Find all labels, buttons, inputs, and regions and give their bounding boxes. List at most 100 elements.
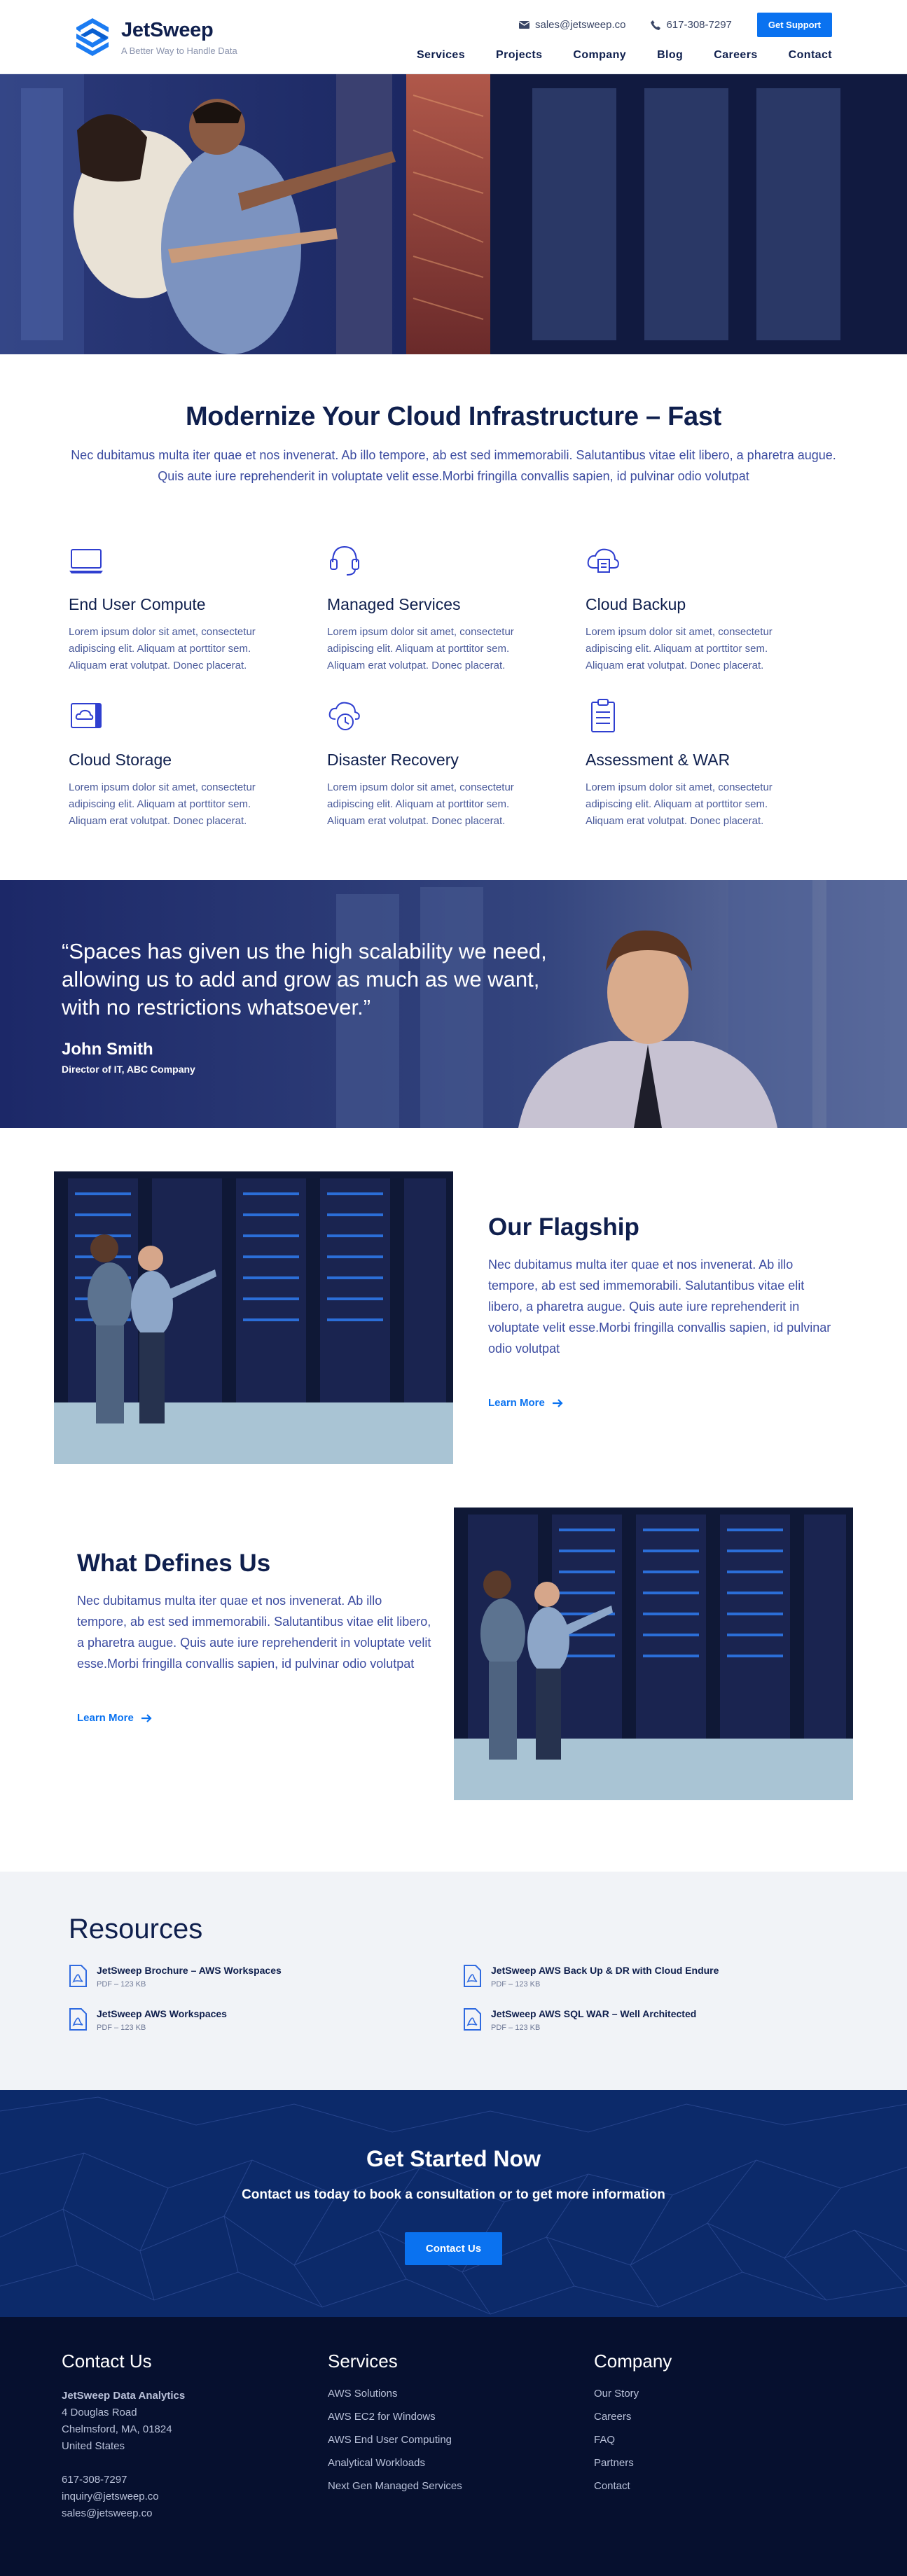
nav-company[interactable]: Company — [573, 49, 626, 62]
footer-address-line: United States — [62, 2440, 125, 2452]
nav-contact[interactable]: Contact — [789, 49, 832, 62]
service-title: Cloud Storage — [69, 751, 172, 769]
hero-image — [0, 74, 907, 354]
nav-services[interactable]: Services — [417, 49, 465, 62]
resource-item[interactable]: JetSweep Brochure – AWS Workspaces PDF – … — [69, 1965, 463, 1989]
testimonial-name: John Smith — [62, 1040, 153, 1059]
footer-link-aws-solutions[interactable]: AWS Solutions — [328, 2388, 594, 2400]
service-title: Managed Services — [327, 595, 461, 613]
footer-company-column: Company Our Story Careers FAQ Partners C… — [594, 2351, 860, 2576]
footer-contact-title: Contact Us — [62, 2351, 152, 2372]
learn-more-label: Learn More — [488, 1397, 545, 1409]
main-nav: Services Projects Company Blog Careers C… — [417, 49, 832, 62]
contact-us-button[interactable]: Contact Us — [404, 2232, 503, 2265]
learn-more-label: Learn More — [77, 1712, 134, 1724]
resource-meta: PDF – 123 KB — [97, 2024, 146, 2032]
footer-link-partners[interactable]: Partners — [594, 2457, 860, 2469]
defines-learn-more-link[interactable]: Learn More — [77, 1712, 152, 1724]
disaster-recovery-icon — [328, 702, 360, 730]
services-grid: End User Compute Lorem ipsum dolor sit a… — [0, 487, 907, 830]
pdf-icon — [464, 2008, 481, 2031]
jetsweep-logo-icon — [76, 18, 109, 56]
service-body: Lorem ipsum dolor sit amet, consectetur … — [327, 626, 514, 671]
site-footer: Contact Us JetSweep Data Analytics 4 Dou… — [0, 2317, 907, 2576]
brand-logo[interactable]: JetSweep A Better Way to Handle Data — [74, 17, 237, 57]
footer-link-faq[interactable]: FAQ — [594, 2434, 860, 2446]
footer-email-sales[interactable]: sales@jetsweep.co — [62, 2505, 328, 2522]
get-support-button[interactable]: Get Support — [756, 13, 832, 37]
hero-datacenter-photo — [0, 74, 907, 354]
footer-company-title: Company — [594, 2351, 672, 2372]
resource-item[interactable]: JetSweep AWS Back Up & DR with Cloud End… — [463, 1965, 813, 1989]
service-title: Assessment & WAR — [586, 751, 731, 769]
footer-link-our-story[interactable]: Our Story — [594, 2388, 860, 2400]
footer-services-column: Services AWS Solutions AWS EC2 for Windo… — [328, 2351, 594, 2576]
footer-contact-column: Contact Us JetSweep Data Analytics 4 Dou… — [62, 2351, 328, 2576]
flagship-image — [54, 1171, 453, 1464]
resource-title: JetSweep AWS Workspaces — [97, 2008, 227, 2019]
footer-email-inquiry[interactable]: inquiry@jetsweep.co — [62, 2488, 328, 2505]
header-contact-strip: sales@jetsweep.co 617-308-7297 Get Suppo… — [519, 13, 832, 37]
service-card[interactable]: Cloud Backup Lorem ipsum dolor sit amet,… — [586, 543, 844, 674]
service-title: Cloud Backup — [586, 595, 686, 613]
nav-careers[interactable]: Careers — [714, 49, 757, 62]
testimonial-section: “Spaces has given us the high scalabilit… — [0, 880, 907, 1128]
footer-link-managed-services[interactable]: Next Gen Managed Services — [328, 2480, 594, 2492]
cta-title: Get Started Now — [366, 2146, 541, 2171]
cta-section: Get Started Now Contact us today to book… — [0, 2090, 907, 2317]
datacenter-engineers-photo — [54, 1171, 453, 1464]
defines-title: What Defines Us — [77, 1550, 271, 1577]
footer-link-aws-euc[interactable]: AWS End User Computing — [328, 2434, 594, 2446]
footer-phone[interactable]: 617-308-7297 — [62, 2472, 328, 2488]
datacenter-engineers-photo — [454, 1508, 853, 1800]
clipboard-icon — [591, 699, 615, 732]
flagship-title: Our Flagship — [488, 1213, 639, 1241]
footer-link-analytical[interactable]: Analytical Workloads — [328, 2457, 594, 2469]
footer-link-contact[interactable]: Contact — [594, 2480, 860, 2492]
envelope-icon — [519, 21, 529, 29]
resource-item[interactable]: JetSweep AWS SQL WAR – Well Architected P… — [463, 2008, 813, 2032]
site-header: JetSweep A Better Way to Handle Data sal… — [0, 0, 907, 74]
testimonial-content: “Spaces has given us the high scalabilit… — [62, 938, 580, 1075]
defines-body: Nec dubitamus multa iter quae et nos inv… — [77, 1594, 431, 1671]
defines-text: What Defines Us Nec dubitamus multa iter… — [77, 1550, 434, 1725]
footer-services-title: Services — [328, 2351, 398, 2372]
flagship-text: Our Flagship Nec dubitamus multa iter qu… — [488, 1213, 838, 1409]
footer-link-careers[interactable]: Careers — [594, 2411, 860, 2423]
nav-projects[interactable]: Projects — [496, 49, 542, 62]
cta-subtitle: Contact us today to book a consultation … — [242, 2187, 665, 2202]
flagship-learn-more-link[interactable]: Learn More — [488, 1397, 563, 1409]
defines-section: What Defines Us Nec dubitamus multa iter… — [0, 1508, 907, 1844]
service-body: Lorem ipsum dolor sit amet, consectetur … — [327, 781, 514, 827]
header-phone-text: 617-308-7297 — [666, 19, 732, 31]
brand-tagline: A Better Way to Handle Data — [121, 45, 237, 56]
header-phone-link[interactable]: 617-308-7297 — [651, 19, 732, 31]
footer-link-aws-ec2[interactable]: AWS EC2 for Windows — [328, 2411, 594, 2423]
intro-title: Modernize Your Cloud Infrastructure – Fa… — [185, 402, 722, 431]
resource-item[interactable]: JetSweep AWS Workspaces PDF – 123 KB — [69, 2008, 463, 2032]
service-card[interactable]: Disaster Recovery Lorem ipsum dolor sit … — [327, 698, 586, 830]
service-title: Disaster Recovery — [327, 751, 459, 769]
service-body: Lorem ipsum dolor sit amet, consectetur … — [69, 781, 256, 827]
service-body: Lorem ipsum dolor sit amet, consectetur … — [586, 626, 773, 671]
service-card[interactable]: End User Compute Lorem ipsum dolor sit a… — [69, 543, 327, 674]
laptop-icon — [69, 549, 103, 573]
cloud-storage-icon — [71, 703, 102, 728]
brand-name: JetSweep — [121, 18, 214, 41]
testimonial-role: Director of IT, ABC Company — [62, 1064, 195, 1075]
intro-body: Nec dubitamus multa iter quae et nos inv… — [71, 448, 836, 483]
nav-blog[interactable]: Blog — [657, 49, 683, 62]
resource-meta: PDF – 123 KB — [97, 1980, 146, 1989]
arrow-right-icon — [552, 1398, 563, 1407]
service-card[interactable]: Managed Services Lorem ipsum dolor sit a… — [327, 543, 586, 674]
footer-company-name: JetSweep Data Analytics — [62, 2390, 186, 2402]
service-card[interactable]: Assessment & WAR Lorem ipsum dolor sit a… — [586, 698, 844, 830]
footer-address-line: 4 Douglas Road — [62, 2407, 137, 2418]
header-email-link[interactable]: sales@jetsweep.co — [519, 19, 625, 31]
intro-section: Modernize Your Cloud Infrastructure – Fa… — [0, 354, 907, 487]
arrow-right-icon — [141, 1713, 152, 1722]
resources-title: Resources — [69, 1914, 203, 1944]
service-card[interactable]: Cloud Storage Lorem ipsum dolor sit amet… — [69, 698, 327, 830]
resource-title: JetSweep Brochure – AWS Workspaces — [97, 1965, 282, 1976]
service-body: Lorem ipsum dolor sit amet, consectetur … — [69, 626, 256, 671]
